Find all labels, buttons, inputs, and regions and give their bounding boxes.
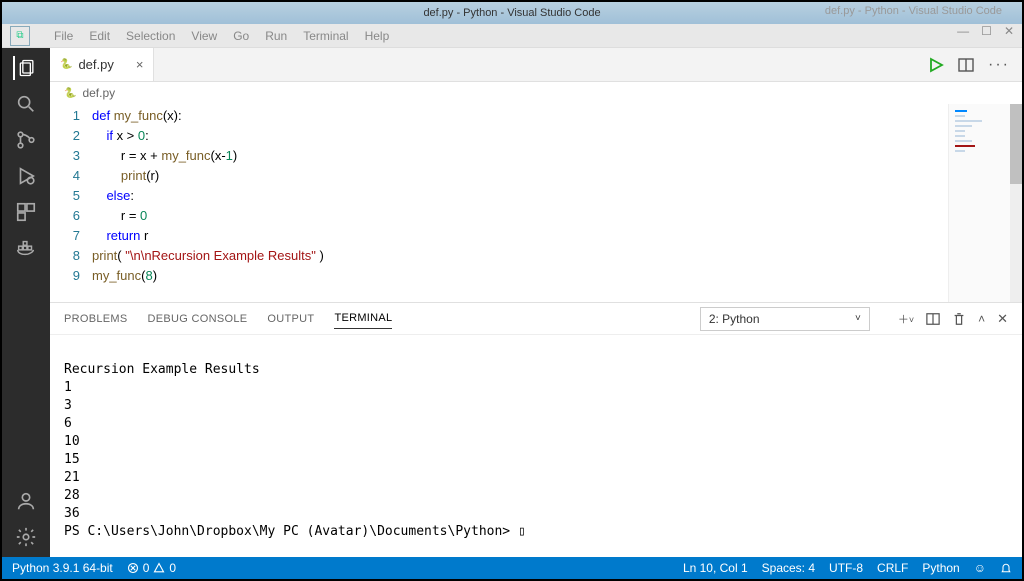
status-notifications-icon[interactable] — [1000, 562, 1012, 574]
split-terminal-icon[interactable] — [926, 312, 940, 326]
tab-close-icon[interactable]: × — [136, 57, 144, 72]
tab-def-py[interactable]: 🐍 def.py × — [50, 48, 154, 81]
tab-filename: def.py — [78, 57, 113, 72]
activity-bar — [2, 48, 50, 557]
breadcrumb[interactable]: 🐍 def.py — [50, 82, 1022, 104]
run-debug-icon[interactable] — [14, 164, 38, 188]
window-maximize-icon[interactable]: ☐ — [981, 24, 992, 38]
chevron-down-icon: ˅ — [855, 313, 861, 324]
window-minimize-icon[interactable]: — — [957, 24, 969, 38]
new-terminal-icon[interactable]: ＋˅ — [898, 311, 914, 327]
editor-minimap[interactable] — [948, 104, 1010, 302]
status-bar: Python 3.9.1 64-bit 0 0 Ln 10, Col 1 Spa… — [2, 557, 1022, 579]
window-close-icon[interactable]: ✕ — [1004, 24, 1014, 38]
status-python-interpreter[interactable]: Python 3.9.1 64-bit — [12, 561, 113, 575]
panel-tab-problems[interactable]: PROBLEMS — [64, 313, 128, 325]
run-file-icon[interactable] — [928, 57, 944, 73]
docker-icon[interactable] — [14, 236, 38, 260]
window-title-ghost: def.py - Python - Visual Studio Code — [825, 5, 1002, 17]
status-cursor-position[interactable]: Ln 10, Col 1 — [683, 561, 748, 575]
status-warning-count: 0 — [169, 561, 176, 575]
accounts-icon[interactable] — [14, 489, 38, 513]
status-error-count: 0 — [143, 561, 150, 575]
panel-tab-output[interactable]: OUTPUT — [267, 313, 314, 325]
menu-terminal[interactable]: Terminal — [303, 29, 348, 43]
terminal-selector-label: 2: Python — [709, 312, 760, 326]
editor-code[interactable]: def my_func(x): if x > 0: r = x + my_fun… — [92, 104, 948, 302]
panel-tab-terminal[interactable]: TERMINAL — [334, 312, 392, 329]
status-eol[interactable]: CRLF — [877, 561, 908, 575]
close-panel-icon[interactable]: ✕ — [997, 311, 1008, 327]
panel-tabstrip: PROBLEMS DEBUG CONSOLE OUTPUT TERMINAL 2… — [50, 303, 1022, 335]
split-editor-icon[interactable] — [958, 57, 974, 73]
search-icon[interactable] — [14, 92, 38, 116]
window-titlebar: def.py - Python - Visual Studio Code def… — [2, 2, 1022, 24]
status-encoding[interactable]: UTF-8 — [829, 561, 863, 575]
source-control-icon[interactable] — [14, 128, 38, 152]
kill-terminal-icon[interactable] — [952, 312, 966, 326]
more-actions-icon[interactable]: ··· — [988, 56, 1010, 74]
python-file-icon: 🐍 — [64, 88, 76, 99]
editor[interactable]: 123456789 def my_func(x): if x > 0: r = … — [50, 104, 1022, 302]
settings-gear-icon[interactable] — [14, 525, 38, 549]
menu-bar: ⧉ File Edit Selection View Go Run Termin… — [2, 24, 1022, 48]
status-feedback-icon[interactable]: ☺ — [974, 561, 986, 575]
menu-file[interactable]: File — [54, 29, 73, 43]
panel-tab-debug-console[interactable]: DEBUG CONSOLE — [148, 313, 248, 325]
status-indentation[interactable]: Spaces: 4 — [762, 561, 815, 575]
scrollbar-thumb[interactable] — [1010, 104, 1022, 184]
menu-view[interactable]: View — [191, 29, 217, 43]
menu-edit[interactable]: Edit — [89, 29, 110, 43]
menu-selection[interactable]: Selection — [126, 29, 175, 43]
menu-run[interactable]: Run — [265, 29, 287, 43]
vscode-logo-icon: ⧉ — [10, 26, 30, 46]
terminal-output[interactable]: Recursion Example Results 1 3 6 10 15 21… — [50, 335, 1022, 557]
menu-help[interactable]: Help — [365, 29, 390, 43]
bottom-panel: PROBLEMS DEBUG CONSOLE OUTPUT TERMINAL 2… — [50, 302, 1022, 557]
editor-tabstrip: 🐍 def.py × ··· — [50, 48, 1022, 82]
explorer-icon[interactable] — [13, 56, 37, 80]
maximize-panel-icon[interactable]: ˄ — [978, 312, 985, 326]
editor-scrollbar[interactable] — [1010, 104, 1022, 302]
editor-gutter: 123456789 — [50, 104, 92, 302]
extensions-icon[interactable] — [14, 200, 38, 224]
python-file-icon: 🐍 — [60, 59, 72, 70]
menu-go[interactable]: Go — [233, 29, 249, 43]
window-title: def.py - Python - Visual Studio Code — [423, 7, 600, 19]
terminal-selector[interactable]: 2: Python ˅ — [700, 307, 870, 331]
breadcrumb-filename: def.py — [82, 86, 115, 100]
status-problems[interactable]: 0 0 — [127, 561, 176, 575]
status-language-mode[interactable]: Python — [922, 561, 959, 575]
